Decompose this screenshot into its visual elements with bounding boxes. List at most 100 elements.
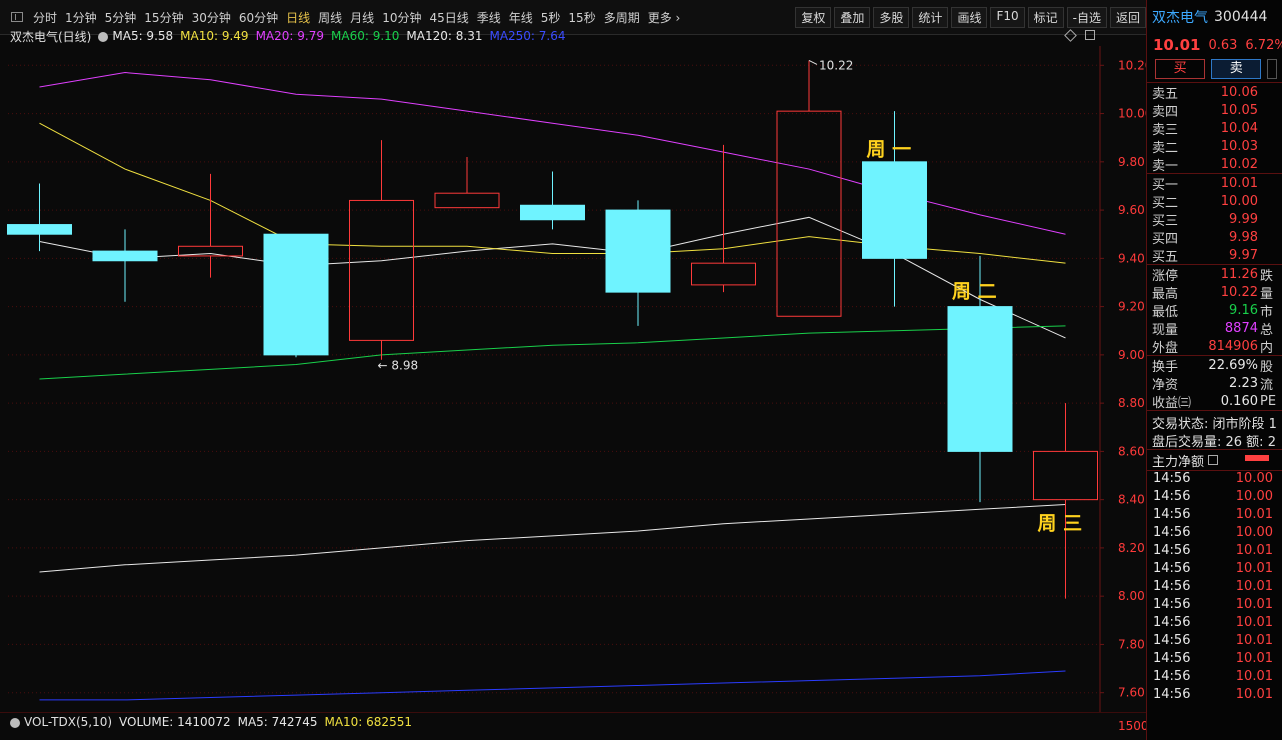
tick-price: 10.01 [1235,579,1273,594]
tab-period-14[interactable]: 15秒 [564,9,599,26]
tick-time: 14:56 [1153,669,1191,684]
fund-label: 换手 [1152,359,1179,375]
ask-row-3[interactable]: 卖二 10.03 [1147,137,1282,156]
tick-time: 14:56 [1153,543,1191,558]
bid-row-2[interactable]: 买三 9.99 [1147,210,1282,229]
after-hours-volume: 盘后交易量: 26 额: 2 [1152,435,1276,450]
tick-list[interactable]: 14:56 10.00 14:56 10.00 14:56 10.01 14:56 10.00… [1147,471,1282,705]
ask-row-1[interactable]: 卖四 10.05 [1147,101,1282,120]
stat-label: 最低 [1152,304,1179,320]
main-flow-label: 主力净额 [1152,454,1205,470]
ask-row-3-label: 卖二 [1152,140,1179,156]
ask-row-2[interactable]: 卖三 10.04 [1147,119,1282,138]
toolbar-button-5[interactable]: F10 [990,7,1025,28]
stock-header[interactable]: 双杰电气 300444 [1147,0,1282,34]
bid-row-4[interactable]: 买五 9.97 [1147,246,1282,265]
high-label: 10.22 [819,58,853,72]
volume-settings-icon[interactable] [10,718,20,728]
toolbar-button-7[interactable]: -自选 [1066,7,1107,28]
tab-period-2[interactable]: 5分钟 [101,9,141,26]
ask-row-0[interactable]: 卖五 10.06 [1147,83,1282,102]
volume-values: VOLUME: 1410072 MA5: 742745 MA10: 682551 [119,715,419,729]
stat-extra: 量 [1260,286,1274,302]
toolbar-button-2[interactable]: 多股 [873,7,910,28]
stat-value: 814906 [1208,338,1258,354]
tick-price: 10.01 [1235,687,1273,702]
ma-legend-5: MA250: 7.64 [489,29,566,43]
indicator-settings-icon[interactable] [98,32,109,42]
tab-period-0[interactable]: 分时 [29,9,61,26]
bid-row-4-price: 9.97 [1229,247,1258,263]
fund-extra: 股 [1260,359,1274,375]
bid-row-1[interactable]: 买二 10.00 [1147,192,1282,211]
vol-legend-0: VOLUME: 1410072 [119,715,231,729]
tab-period-4[interactable]: 30分钟 [188,9,235,26]
more-trade-button[interactable] [1267,59,1277,79]
stat-extra: 内 [1260,340,1274,356]
stat-value: 11.26 [1220,266,1258,282]
bid-row-0-price: 10.01 [1220,175,1258,191]
tab-period-6[interactable]: 日线 [282,9,314,26]
tab-period-5[interactable]: 60分钟 [235,9,282,26]
bid-row-0[interactable]: 买一 10.01 [1147,174,1282,193]
tick-time: 14:56 [1153,687,1191,702]
ask-row-0-label: 卖五 [1152,86,1179,102]
ask-row-0-price: 10.06 [1220,84,1258,100]
y-tick-label: 7.60 [1118,686,1145,700]
bid-row-3-price: 9.98 [1229,229,1258,245]
tab-period-7[interactable]: 周线 [314,9,346,26]
menu-icon[interactable] [1208,455,1219,465]
candle-body [263,233,329,356]
tick-time: 14:56 [1153,633,1191,648]
buy-button[interactable]: 买 [1155,59,1206,79]
toolbar-button-3[interactable]: 统计 [912,7,949,28]
main-flow-row[interactable]: 主力净额 [1147,450,1282,470]
y-tick-label: 10.00 [1118,107,1146,121]
square-icon[interactable] [1085,30,1095,40]
weekday-annotation: 周 二 [952,281,997,303]
tick-row-0: 14:56 10.00 [1147,471,1282,489]
tab-period-15[interactable]: 多周期 [600,9,644,26]
quote-panel: 双杰电气 300444 10.01 0.63 6.72% 买 卖 卖五 10.06… [1146,0,1282,740]
fund-value: 2.23 [1229,375,1258,391]
tick-price: 10.00 [1235,525,1273,540]
ask-row-4[interactable]: 卖一 10.02 [1147,155,1282,174]
ask-book: 卖五 10.06 卖四 10.05 卖三 10.04 卖二 10.03 卖一 10.02 [1147,83,1282,174]
tick-time: 14:56 [1153,471,1191,486]
high-marker [808,60,818,65]
tab-period-13[interactable]: 5秒 [537,9,565,26]
tab-period-9[interactable]: 10分钟 [378,9,425,26]
tick-row-3: 14:56 10.00 [1147,525,1282,543]
toolbar-button-8[interactable]: 返回 [1109,7,1146,28]
tab-period-12[interactable]: 年线 [505,9,537,26]
ask-row-4-price: 10.02 [1220,156,1258,172]
bid-row-3[interactable]: 买四 9.98 [1147,228,1282,247]
tab-period-10[interactable]: 45日线 [425,9,472,26]
sidebar-toggle-icon[interactable] [11,12,23,22]
fundamental-stats: 换手 22.69% 股净资 2.23 流收益㈢ 0.160 PE [1147,356,1282,411]
tab-period-1[interactable]: 1分钟 [61,9,101,26]
vol-legend-1: MA5: 742745 [237,715,318,729]
trade-buttons: 买 卖 [1147,56,1282,82]
tick-row-7: 14:56 10.01 [1147,597,1282,615]
toolbar-button-4[interactable]: 画线 [951,7,988,28]
current-price: 10.01 [1153,36,1201,54]
tab-period-8[interactable]: 月线 [346,9,378,26]
bid-row-3-label: 买四 [1152,231,1179,247]
tab-period-11[interactable]: 季线 [473,9,505,26]
toolbar-button-1[interactable]: 叠加 [834,7,871,28]
toolbar-button-6[interactable]: 标记 [1027,7,1064,28]
bid-row-4-label: 买五 [1152,249,1179,265]
toolbar-button-0[interactable]: 复权 [795,7,832,28]
bid-book: 买一 10.01 买二 10.00 买三 9.99 买四 9.98 买五 9.97 [1147,174,1282,265]
price-change: 0.63 [1208,37,1238,53]
sell-button[interactable]: 卖 [1211,59,1262,79]
candle-body [947,306,1013,452]
y-tick-label: 8.20 [1118,541,1145,555]
y-tick-label: 10.20 [1118,58,1146,72]
candlestick-chart[interactable]: 7.60 7.80 8.00 8.20 8.40 8.60 8.80 9.00 9.20 9.40… [0,46,1146,712]
tab-period-3[interactable]: 15分钟 [140,9,187,26]
low-label: ← 8.98 [378,359,419,373]
stock-name: 双杰电气 [1152,10,1208,26]
tab-period-16[interactable]: 更多 › [644,9,685,26]
